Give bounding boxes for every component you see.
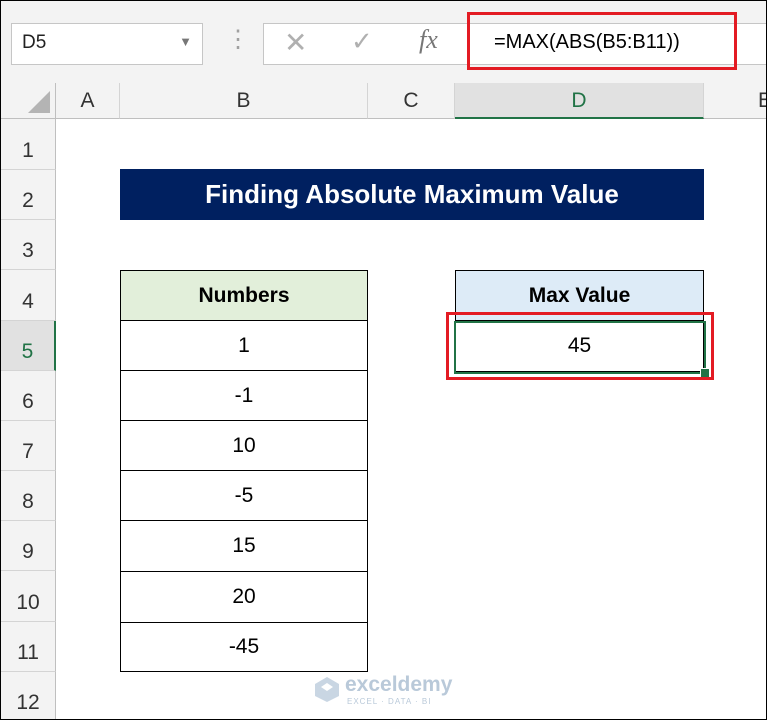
- watermark-tagline: EXCEL · DATA · BI: [347, 697, 432, 706]
- row-header-6[interactable]: 6: [1, 371, 56, 421]
- column-header-c[interactable]: C: [368, 83, 455, 119]
- number-cell[interactable]: 1: [120, 320, 368, 371]
- sheet-title[interactable]: Finding Absolute Maximum Value: [120, 169, 704, 220]
- numbers-header-cell[interactable]: Numbers: [120, 270, 368, 321]
- number-cell[interactable]: -5: [120, 470, 368, 521]
- row-header-8[interactable]: 8: [1, 471, 56, 521]
- number-cell[interactable]: -45: [120, 622, 368, 672]
- row-number: 9: [22, 540, 34, 563]
- row-number: 6: [22, 390, 34, 413]
- formula-highlight-box: [467, 12, 737, 70]
- row-number: 3: [22, 239, 34, 262]
- row-header-2[interactable]: 2: [1, 170, 56, 220]
- spreadsheet-window: D5 ▼ ⋮ ✕ ✓ fx =MAX(ABS(B5:B11)) A B C D …: [0, 0, 767, 720]
- row-number: 8: [22, 490, 34, 513]
- watermark-name: exceldemy: [345, 673, 453, 696]
- number-cell[interactable]: -1: [120, 370, 368, 421]
- row-number: 5: [21, 340, 34, 363]
- select-all-triangle-icon: [28, 91, 50, 113]
- name-box-value: D5: [22, 32, 47, 53]
- row-number: 11: [17, 641, 39, 664]
- column-header-a[interactable]: A: [56, 83, 120, 119]
- column-header-d[interactable]: D: [455, 83, 704, 119]
- row-header-3[interactable]: 3: [1, 220, 56, 270]
- row-number: 4: [22, 290, 34, 313]
- row-number: 2: [22, 189, 34, 212]
- row-number: 10: [16, 591, 40, 614]
- column-header-b[interactable]: B: [120, 83, 368, 119]
- name-box[interactable]: D5 ▼: [11, 23, 203, 65]
- exceldemy-logo-icon: [315, 677, 339, 702]
- check-icon[interactable]: ✓: [351, 26, 373, 57]
- result-highlight-box: [446, 312, 714, 380]
- number-cell[interactable]: 10: [120, 420, 368, 471]
- column-header-e[interactable]: E: [704, 83, 766, 119]
- row-number: 12: [16, 691, 40, 714]
- row-number: 7: [22, 440, 34, 463]
- number-cell[interactable]: 15: [120, 520, 368, 572]
- select-all-button[interactable]: [1, 83, 56, 119]
- row-header-10[interactable]: 10: [1, 571, 56, 622]
- row-number: 1: [22, 139, 34, 162]
- fx-icon[interactable]: fx: [419, 25, 438, 55]
- drag-handle-icon[interactable]: ⋮: [226, 25, 250, 54]
- number-cell[interactable]: 20: [120, 571, 368, 623]
- formula-bar: D5 ▼ ⋮ ✕ ✓ fx =MAX(ABS(B5:B11)): [1, 1, 766, 83]
- row-header-5[interactable]: 5: [1, 321, 56, 371]
- row-header-11[interactable]: 11: [1, 622, 56, 672]
- row-header-4[interactable]: 4: [1, 270, 56, 321]
- chevron-down-icon[interactable]: ▼: [179, 34, 192, 49]
- row-header-7[interactable]: 7: [1, 421, 56, 471]
- row-header-12[interactable]: 12: [1, 672, 56, 719]
- row-header-1[interactable]: 1: [1, 119, 56, 170]
- close-icon[interactable]: ✕: [284, 26, 307, 59]
- row-header-9[interactable]: 9: [1, 521, 56, 571]
